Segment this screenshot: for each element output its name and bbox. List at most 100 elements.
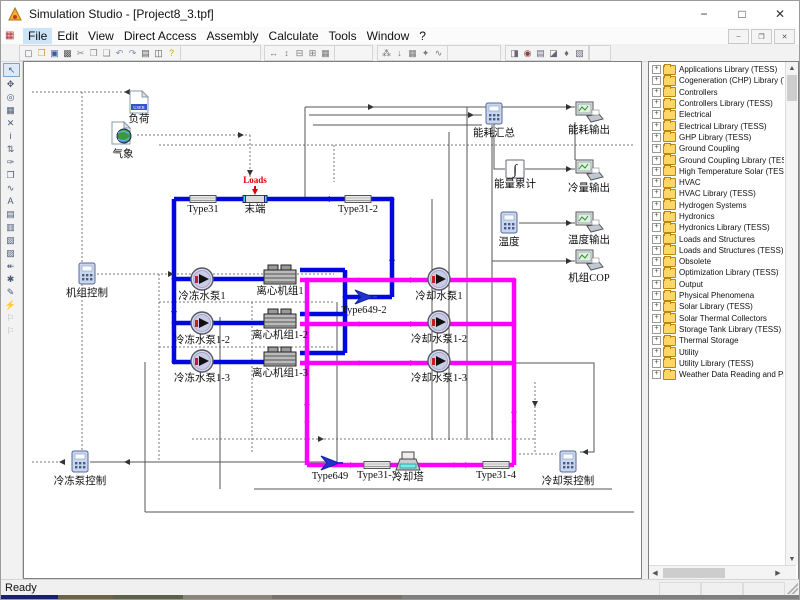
library-item-ground-coupling-library-tess[interactable]: +Ground Coupling Library (TESS) [650, 154, 784, 165]
align-grid-icon[interactable]: ⊞ [306, 47, 319, 60]
component-cw-pump-1-2[interactable]: 冷却水泵1-2 [411, 311, 467, 345]
expand-icon[interactable]: + [652, 268, 661, 277]
lock-icon[interactable]: ◨ [508, 47, 521, 60]
library-item-applications-library-tess[interactable]: +Applications Library (TESS) [650, 64, 784, 75]
expand-icon[interactable]: + [652, 348, 661, 357]
horizontal-scrollbar[interactable]: ◀ ▶ [649, 565, 796, 579]
help-icon[interactable]: ? [165, 47, 178, 60]
library-item-output[interactable]: +Output [650, 279, 784, 290]
expand-icon[interactable]: + [652, 133, 661, 142]
library-item-utility-library-tess[interactable]: +Utility Library (TESS) [650, 358, 784, 369]
print-preview-icon[interactable]: ◫ [152, 47, 165, 60]
component-diverter-type649-2[interactable]: Type649-2 [341, 290, 386, 316]
component-pipe-type31[interactable]: Type31 [187, 196, 218, 216]
component-chw-pump-1-2[interactable]: 冷冻水泵1-2 [174, 312, 230, 346]
component-cooling-tower[interactable]: 冷却塔 [392, 452, 424, 483]
expand-icon[interactable]: + [652, 65, 661, 74]
curve-icon[interactable]: ∿ [432, 47, 445, 60]
library-item-utility[interactable]: +Utility [650, 346, 784, 357]
report-icon[interactable]: ◪ [547, 47, 560, 60]
view-mode-1-tool-icon[interactable]: ▤ [3, 208, 18, 220]
expand-icon[interactable]: + [652, 280, 661, 289]
library-item-loads-and-structures[interactable]: +Loads and Structures [650, 233, 784, 244]
expand-icon[interactable]: + [652, 99, 661, 108]
library-item-hydronics[interactable]: +Hydronics [650, 211, 784, 222]
component-energy-integrator[interactable]: ∫能量累计 [494, 160, 536, 190]
scrollbar-thumb[interactable] [663, 568, 725, 578]
library-item-loads-and-structures-tess[interactable]: +Loads and Structures (TESS) [650, 245, 784, 256]
menu-direct-access[interactable]: Direct Access [119, 28, 202, 44]
resize-vertical-icon[interactable]: ↕ [280, 47, 293, 60]
library-item-hvac-library-tess[interactable]: +HVAC Library (TESS) [650, 188, 784, 199]
expand-icon[interactable]: + [652, 156, 661, 165]
print-icon[interactable]: ▤ [139, 47, 152, 60]
expand-icon[interactable]: + [652, 257, 661, 266]
canvas[interactable]: USER负荷气象Type31末端Type31-2能耗汇总能耗输出∫能量累计冷量输… [23, 61, 642, 579]
library-item-physical-phenomena[interactable]: +Physical Phenomena [650, 290, 784, 301]
drop-component-icon[interactable]: ↓ [393, 47, 406, 60]
link-tool-icon[interactable]: ∿ [3, 182, 18, 194]
select-tool-icon[interactable]: ↖ [3, 63, 20, 77]
library-item-storage-tank-library-tess[interactable]: +Storage Tank Library (TESS) [650, 324, 784, 335]
library-item-thermal-storage[interactable]: +Thermal Storage [650, 335, 784, 346]
component-cw-pump-1[interactable]: 冷却水泵1 [415, 268, 462, 302]
wrench-tool-icon[interactable]: ✑ [3, 156, 18, 168]
component-cw-pump-control[interactable]: 冷却泵控制 [542, 451, 595, 487]
component-temperature-output[interactable]: 温度输出 [568, 212, 610, 246]
library-item-cogeneration-chp-library-tess[interactable]: +Cogeneration (CHP) Library (TESS) [650, 75, 784, 86]
alarm-icon[interactable]: ♦ [560, 47, 573, 60]
component-terminal-unit[interactable]: 末端 [243, 196, 267, 216]
library-item-electrical[interactable]: +Electrical [650, 109, 784, 120]
expand-icon[interactable]: + [652, 167, 661, 176]
layer-1-tool-icon[interactable]: ▧ [3, 234, 18, 246]
expand-icon[interactable]: + [652, 359, 661, 368]
paste-icon[interactable]: ❑ [100, 47, 113, 60]
pan-tool-icon[interactable]: ✥ [3, 78, 18, 90]
component-chw-pump-1-3[interactable]: 冷冻水泵1-3 [174, 350, 230, 384]
scrollbar-thumb[interactable] [787, 75, 797, 101]
run-simulation-tool-icon[interactable]: ⚡ [3, 299, 18, 311]
expand-icon[interactable]: + [652, 370, 661, 379]
library-item-hvac[interactable]: +HVAC [650, 177, 784, 188]
library-item-high-temperature-solar-tess[interactable]: +High Temperature Solar (TESS) [650, 166, 784, 177]
menu-help[interactable]: ? [414, 28, 431, 44]
expand-icon[interactable]: + [652, 110, 661, 119]
component-unit-cop-output[interactable]: 机组COP [568, 250, 610, 284]
expand-icon[interactable]: + [652, 302, 661, 311]
component-diverter-type649[interactable]: Type649 [312, 456, 349, 482]
expand-icon[interactable]: + [652, 314, 661, 323]
connect-tool-icon[interactable]: ⇅ [3, 143, 18, 155]
menu-edit[interactable]: Edit [52, 28, 83, 44]
component-cooling-output[interactable]: 冷量输出 [568, 160, 610, 194]
library-item-solar-library-tess[interactable]: +Solar Library (TESS) [650, 301, 784, 312]
duplicate-tool-icon[interactable]: ❐ [3, 169, 18, 181]
menu-window[interactable]: Window [362, 28, 415, 44]
library-item-hydrogen-systems[interactable]: +Hydrogen Systems [650, 200, 784, 211]
component-energy-summary[interactable]: 能耗汇总 [473, 103, 515, 139]
library-item-weather-data-reading-and-process[interactable]: +Weather Data Reading and Process [650, 369, 784, 380]
view-mode-2-tool-icon[interactable]: ▥ [3, 221, 18, 233]
library-item-ground-coupling[interactable]: +Ground Coupling [650, 143, 784, 154]
scroll-up-icon[interactable]: ▲ [786, 62, 798, 74]
menu-tools[interactable]: Tools [324, 28, 362, 44]
expand-icon[interactable]: + [652, 178, 661, 187]
library-item-electrical-library-tess[interactable]: +Electrical Library (TESS) [650, 120, 784, 131]
expand-icon[interactable]: + [652, 76, 661, 85]
hierarchy-icon[interactable]: ⁂ [380, 47, 393, 60]
expand-icon[interactable]: + [652, 201, 661, 210]
library-item-controllers-library-tess[interactable]: +Controllers Library (TESS) [650, 98, 784, 109]
library-item-solar-thermal-collectors[interactable]: +Solar Thermal Collectors [650, 313, 784, 324]
minimize-button[interactable]: − [685, 1, 723, 27]
component-load-data-reader[interactable]: USER负荷 [129, 91, 150, 125]
menu-calculate[interactable]: Calculate [264, 28, 324, 44]
resize-horizontal-icon[interactable]: ↔ [267, 47, 280, 60]
settings-tool-icon[interactable]: ✱ [3, 273, 18, 285]
menu-file[interactable]: File [23, 28, 52, 44]
info-tool-icon[interactable]: i [3, 130, 18, 142]
expand-icon[interactable]: + [652, 88, 661, 97]
target-icon[interactable]: ◉ [521, 47, 534, 60]
component-cw-pump-1-3[interactable]: 冷却水泵1-3 [411, 350, 467, 384]
zoom-tool-icon[interactable]: ◎ [3, 91, 18, 103]
expand-icon[interactable]: + [652, 246, 661, 255]
library-item-hydronics-library-tess[interactable]: +Hydronics Library (TESS) [650, 222, 784, 233]
